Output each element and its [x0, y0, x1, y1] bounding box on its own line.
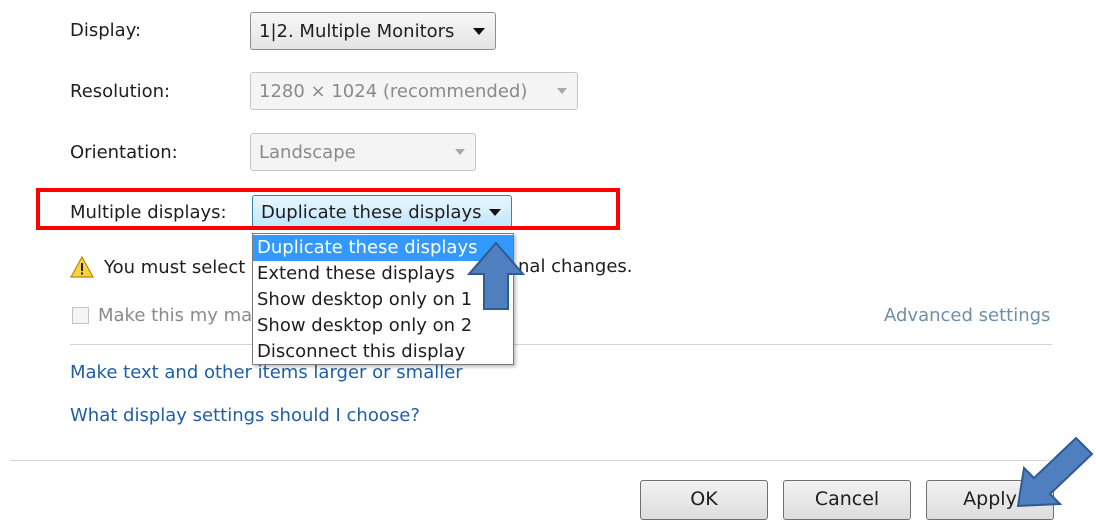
dropdown-option-disconnect[interactable]: Disconnect this display	[253, 339, 513, 365]
divider	[10, 460, 1050, 461]
advanced-settings-link[interactable]: Advanced settings	[884, 305, 1050, 326]
warning-row: You must select nal changes.	[70, 256, 633, 278]
annotation-highlight-box	[36, 188, 620, 230]
warning-text-right: nal changes.	[518, 256, 633, 277]
display-select-value: 1|2. Multiple Monitors	[259, 20, 455, 42]
orientation-select[interactable]: Landscape	[250, 133, 476, 171]
resolution-select-value: 1280 × 1024 (recommended)	[259, 80, 528, 102]
main-display-checkbox-label: Make this my ma	[98, 305, 253, 326]
warning-text-left: You must select	[104, 256, 246, 278]
text-size-link[interactable]: Make text and other items larger or smal…	[70, 362, 463, 383]
resolution-label: Resolution:	[70, 81, 171, 102]
cancel-button[interactable]: Cancel	[783, 480, 911, 520]
display-select[interactable]: 1|2. Multiple Monitors	[250, 12, 496, 50]
warning-icon	[70, 256, 94, 278]
ok-button[interactable]: OK	[640, 480, 768, 520]
display-label: Display:	[70, 20, 142, 41]
orientation-label: Orientation:	[70, 142, 178, 163]
chevron-down-icon	[557, 88, 567, 94]
callout-diagonal-arrow-icon	[1016, 436, 1094, 508]
orientation-select-value: Landscape	[259, 141, 356, 163]
main-display-checkbox[interactable]	[72, 307, 89, 324]
resolution-select[interactable]: 1280 × 1024 (recommended)	[250, 72, 578, 110]
chevron-down-icon	[455, 149, 465, 155]
dropdown-option-desktop-only-2[interactable]: Show desktop only on 2	[253, 313, 513, 339]
display-help-link[interactable]: What display settings should I choose?	[70, 405, 420, 426]
chevron-down-icon	[473, 27, 485, 35]
divider	[70, 344, 1052, 345]
callout-up-arrow-icon	[466, 241, 526, 310]
